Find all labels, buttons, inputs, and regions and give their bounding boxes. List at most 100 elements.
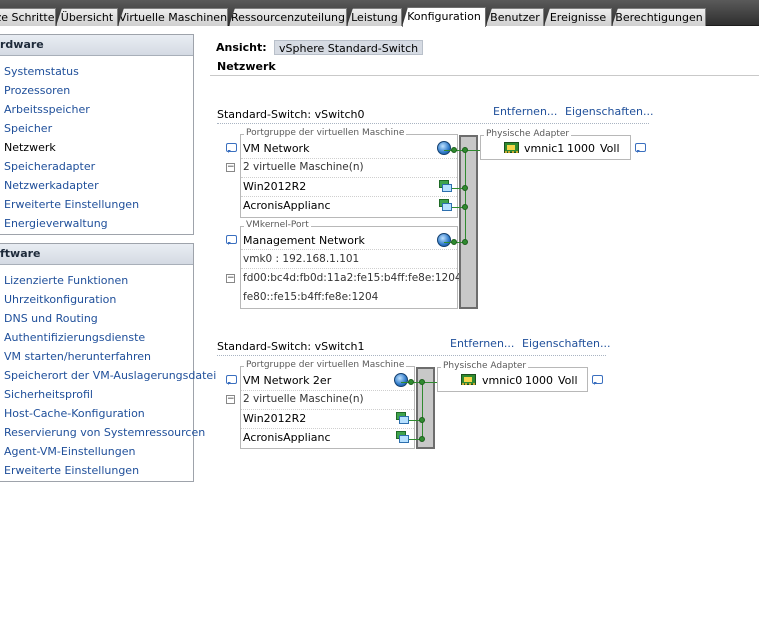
section-title: Netzwerk [217,60,276,73]
switch1-portgroup-info-icon[interactable] [226,375,237,385]
switch0-adapter-name[interactable]: vmnic1 [524,142,564,155]
nav-netzwerkadapter[interactable]: Netzwerkadapter [4,179,99,192]
nav-energieverwaltung[interactable]: Energieverwaltung [4,217,108,230]
switch0-port-line [465,150,466,242]
tab-configuration[interactable]: Konfiguration [402,7,486,27]
tab-performance[interactable]: Leistung [347,8,402,26]
switch1-divider [217,355,606,356]
switch1-vm-count: 2 virtuelle Maschine(n) [243,393,364,405]
switch0-ipv6-collapse-toggle[interactable]: − [226,274,235,283]
switch1-portgroup-globe-icon [394,373,408,387]
nav-dns-und-routing[interactable]: DNS und Routing [4,312,98,325]
switch1-port-line [422,382,423,439]
nav-authentifizierungsdienste[interactable]: Authentifizierungsdienste [4,331,145,344]
row-separator [241,428,414,429]
row-separator [241,249,457,250]
switch0-vm-0-icon [439,180,452,192]
switch1-properties-link[interactable]: Eigenschaften... [522,337,610,350]
switch0-adapter-duplex: Voll [600,142,620,155]
switch0-properties-link[interactable]: Eigenschaften... [565,105,653,118]
switch0-vm-count: 2 virtuelle Maschine(n) [243,161,364,173]
tab-summary[interactable]: Übersicht [56,8,118,26]
switch1-adapter-speed: 1000 [525,374,553,387]
switch0-remove-link[interactable]: Entfernen... [493,105,557,118]
tab-bar: ze Schritte Übersicht Virtuelle Maschine… [0,0,759,27]
nav-netzwerk[interactable]: Netzwerk [4,141,56,154]
port-dot [419,436,425,442]
nav-systemstatus[interactable]: Systemstatus [4,65,79,78]
port-dot [419,379,425,385]
switch0-title: Standard-Switch: vSwitch0 [217,108,365,121]
switch0-collapse-toggle[interactable]: − [226,163,235,172]
switch1-collapse-toggle[interactable]: − [226,395,235,404]
port-dot [451,239,457,245]
view-label: Ansicht: [216,41,267,54]
switch1-adapter-caption: Physische Adapter [441,361,529,371]
switch0-adapter-caption: Physische Adapter [484,129,572,139]
switch0-vmkernel-info-icon[interactable] [226,235,237,245]
nav-uhrzeitkonfiguration[interactable]: Uhrzeitkonfiguration [4,293,116,306]
switch1-nic-icon [461,374,476,385]
tab-users[interactable]: Benutzer [486,8,544,26]
nav-host-cache[interactable]: Host-Cache-Konfiguration [4,407,145,420]
switch0-adapter-info-icon[interactable] [635,143,646,153]
tab-permissions[interactable]: Berechtigungen [612,8,706,26]
hardware-panel: rdware Systemstatus Prozessoren Arbeitss… [0,34,194,235]
port-dot [462,185,468,191]
switch1-portgroup-name: VM Network 2er [243,374,332,387]
tab-resource-allocation[interactable]: Ressourcenzuteilung [229,8,347,26]
switch0-nic-icon [504,142,519,153]
row-separator [241,196,457,197]
switch0-portgroup-name: VM Network [243,142,310,155]
hardware-panel-header: rdware [0,35,193,56]
switch0-vm-1[interactable]: AcronisApplianc [243,199,331,212]
switch0-vmkernel-globe-icon [437,233,451,247]
port-dot [419,417,425,423]
nav-vm-auslagerungsdatei[interactable]: Speicherort der VM-Auslagerungsdatei [4,369,216,382]
nav-speicheradapter[interactable]: Speicheradapter [4,160,95,173]
switch0-vmkernel-ip: vmk0 : 192.168.1.101 [243,253,360,265]
row-separator [241,158,457,159]
port-dot [451,147,457,153]
switch0-vmkernel-name: Management Network [243,234,365,247]
row-separator [241,177,457,178]
switch0-switch-bar [459,135,478,309]
nav-arbeitsspeicher[interactable]: Arbeitsspeicher [4,103,90,116]
software-panel-header: ftware [0,244,193,265]
switch0-adapter-speed: 1000 [567,142,595,155]
switch1-vm-0[interactable]: Win2012R2 [243,412,306,425]
switch1-adapter-duplex: Voll [558,374,578,387]
switch1-vm-0-icon [396,412,409,424]
port-dot [462,204,468,210]
port-dot [462,147,468,153]
switch1-adapter-info-icon[interactable] [592,375,603,385]
port-dot [462,239,468,245]
switch1-vm-portgroup-caption: Portgruppe der virtuellen Maschine [244,360,407,370]
switch0-vmkernel-ipv6-0: fd00:bc4d:fb0d:11a2:fe15:b4ff:fe8e:1204 [243,272,462,284]
tab-virtual-machines[interactable]: Virtuelle Maschinen [118,8,228,26]
nav-erweiterte-einstellungen-hw[interactable]: Erweiterte Einstellungen [4,198,139,211]
nav-speicher[interactable]: Speicher [4,122,52,135]
nav-sicherheitsprofil[interactable]: Sicherheitsprofil [4,388,93,401]
nav-systemressourcen[interactable]: Reservierung von Systemressourcen [4,426,205,439]
switch0-divider [217,123,649,124]
row-separator [241,268,457,269]
nav-vm-starten[interactable]: VM starten/herunterfahren [4,350,151,363]
tab-getting-started[interactable]: ze Schritte [0,8,56,26]
nav-lizenzierte-funktionen[interactable]: Lizenzierte Funktionen [4,274,128,287]
nav-agent-vm[interactable]: Agent-VM-Einstellungen [4,445,135,458]
switch1-vm-1-icon [396,431,409,443]
nav-prozessoren[interactable]: Prozessoren [4,84,70,97]
software-panel: ftware Lizenzierte Funktionen Uhrzeitkon… [0,243,216,482]
switch0-vm-1-icon [439,199,452,211]
switch0-vm-portgroup-caption: Portgruppe der virtuellen Maschine [244,128,407,138]
switch0-portgroup-info-icon[interactable] [226,143,237,153]
view-selector[interactable]: vSphere Standard-Switch [274,40,424,55]
switch1-adapter-name[interactable]: vmnic0 [482,374,522,387]
switch1-remove-link[interactable]: Entfernen... [450,337,514,350]
nav-erweiterte-einstellungen-sw[interactable]: Erweiterte Einstellungen [4,464,139,477]
switch1-vm-1[interactable]: AcronisApplianc [243,431,331,444]
tab-events[interactable]: Ereignisse [544,8,612,26]
switch0-vm-0[interactable]: Win2012R2 [243,180,306,193]
switch0-vmkernel-ipv6-1: fe80::fe15:b4ff:fe8e:1204 [243,291,379,303]
